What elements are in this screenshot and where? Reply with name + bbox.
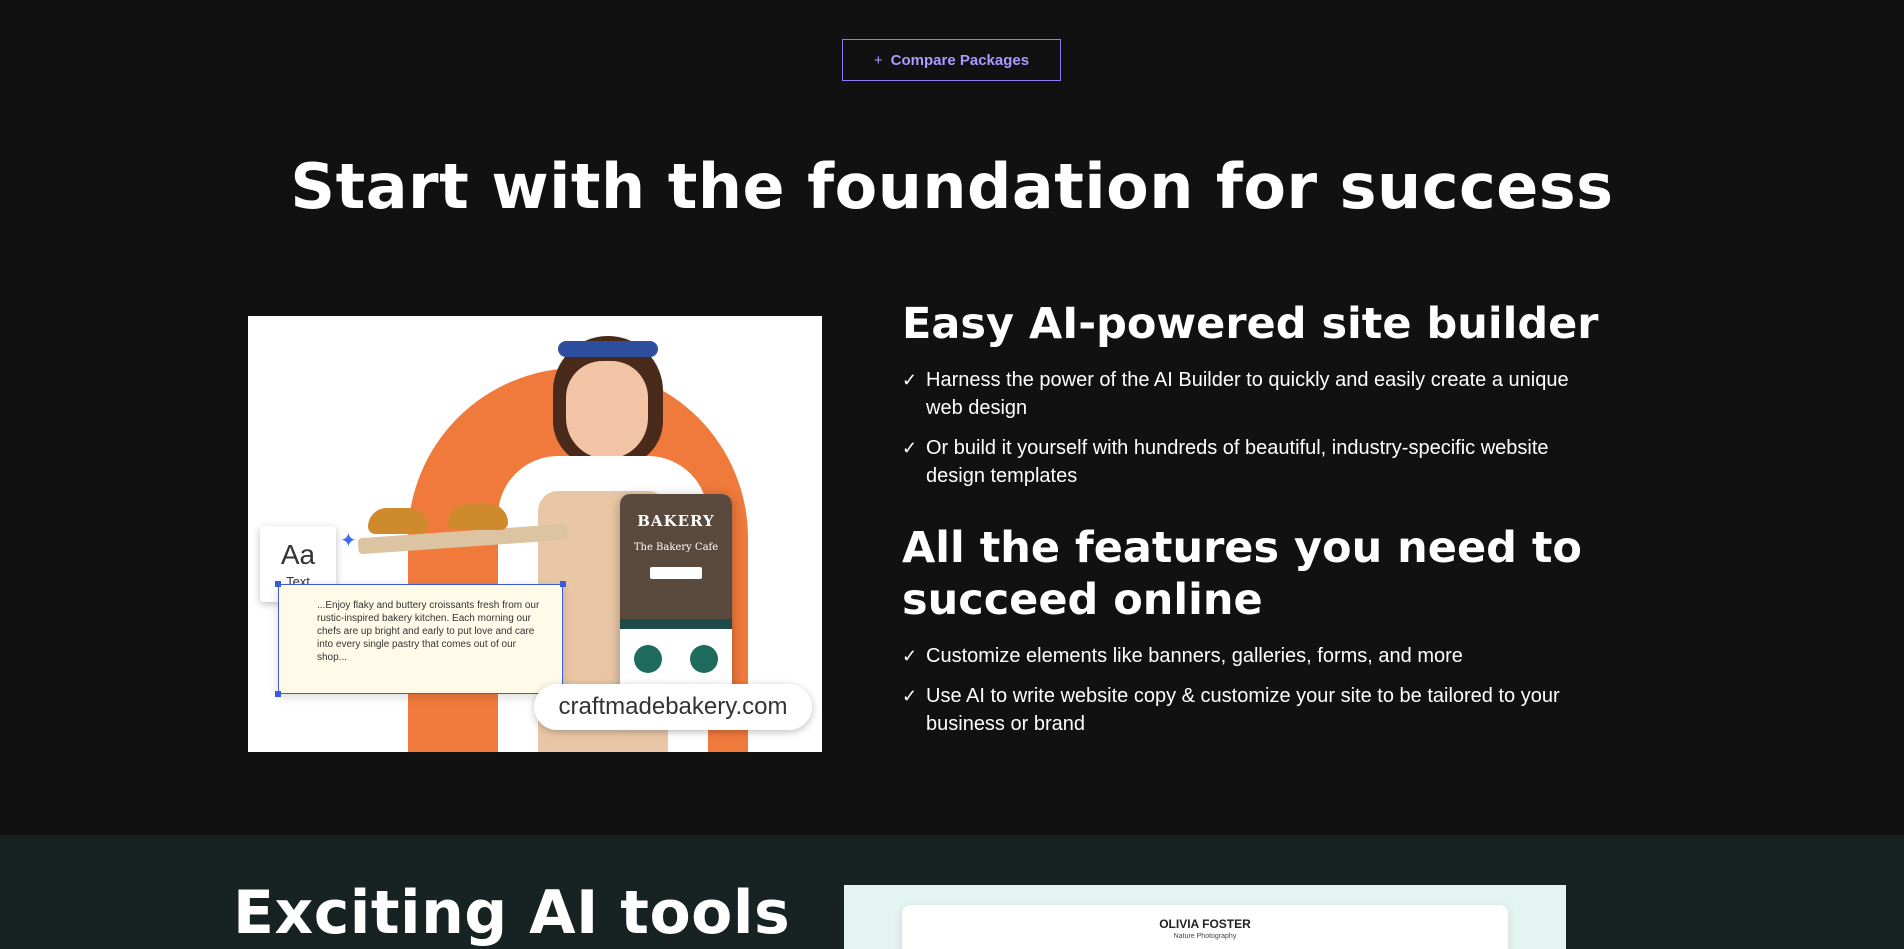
phone-cta-button	[650, 567, 702, 579]
domain-badge: craftmadebakery.com	[534, 684, 812, 730]
list-item: ✓ Customize elements like banners, galle…	[902, 642, 1602, 670]
portfolio-subtitle: Nature Photography	[1173, 933, 1237, 940]
compare-packages-button[interactable]: + Compare Packages	[842, 39, 1061, 81]
phone-hero: BAKERY The Bakery Cafe	[620, 494, 732, 619]
section-heading-ai-builder: Easy AI-powered site builder	[902, 299, 1599, 349]
check-icon: ✓	[902, 438, 918, 458]
ai-copy-text-box: ...Enjoy flaky and buttery croissants fr…	[275, 581, 566, 697]
phone-subtitle: The Bakery Cafe	[633, 542, 719, 553]
bakery-illustration: Aa Text ✦ ...Enjoy flaky and buttery cro…	[248, 316, 822, 752]
feature-text: Customize elements like banners, galleri…	[926, 645, 1463, 667]
person-face	[566, 361, 648, 459]
ai-builder-feature-list: ✓ Harness the power of the AI Builder to…	[902, 366, 1602, 502]
cupcake-icon	[634, 645, 662, 673]
hero-title: Start with the foundation for success	[290, 150, 1614, 223]
cake-icon	[690, 645, 718, 673]
check-icon: ✓	[902, 370, 918, 390]
list-item: ✓ Use AI to write website copy & customi…	[902, 682, 1602, 738]
ai-tools-title: Exciting AI tools	[233, 878, 791, 948]
phone-banner	[620, 619, 732, 629]
feature-text: Harness the power of the AI Builder to q…	[926, 369, 1569, 419]
resize-handle	[560, 581, 566, 587]
phone-brand: BAKERY	[637, 512, 715, 530]
croissant-icon	[448, 504, 508, 530]
portfolio-preview: OLIVIA FOSTER Nature Photography	[844, 885, 1566, 949]
feature-text: Use AI to write website copy & customize…	[926, 685, 1560, 735]
features-list: ✓ Customize elements like banners, galle…	[902, 642, 1602, 750]
text-tool-glyph: Aa	[280, 538, 316, 570]
sparkle-icon: ✦	[340, 530, 357, 552]
check-icon: ✓	[902, 686, 918, 706]
resize-handle	[275, 691, 281, 697]
list-item: ✓ Harness the power of the AI Builder to…	[902, 366, 1602, 422]
check-icon: ✓	[902, 646, 918, 666]
resize-handle	[275, 581, 281, 587]
section-heading-features-line2: succeed online	[902, 575, 1263, 625]
section-heading-features-line1: All the features you need to	[902, 523, 1582, 573]
compare-packages-label: Compare Packages	[890, 51, 1030, 69]
croissant-icon	[368, 508, 428, 534]
ai-copy-text: ...Enjoy flaky and buttery croissants fr…	[317, 600, 540, 663]
list-item: ✓ Or build it yourself with hundreds of …	[902, 434, 1602, 490]
bandana	[558, 341, 658, 357]
plus-icon: +	[873, 51, 883, 69]
portfolio-card: OLIVIA FOSTER Nature Photography	[902, 905, 1508, 949]
portfolio-name: OLIVIA FOSTER	[1159, 917, 1251, 931]
section-heading-features: All the features you need to succeed onl…	[902, 522, 1582, 626]
feature-text: Or build it yourself with hundreds of be…	[926, 437, 1549, 487]
phone-category-icons	[620, 629, 732, 673]
